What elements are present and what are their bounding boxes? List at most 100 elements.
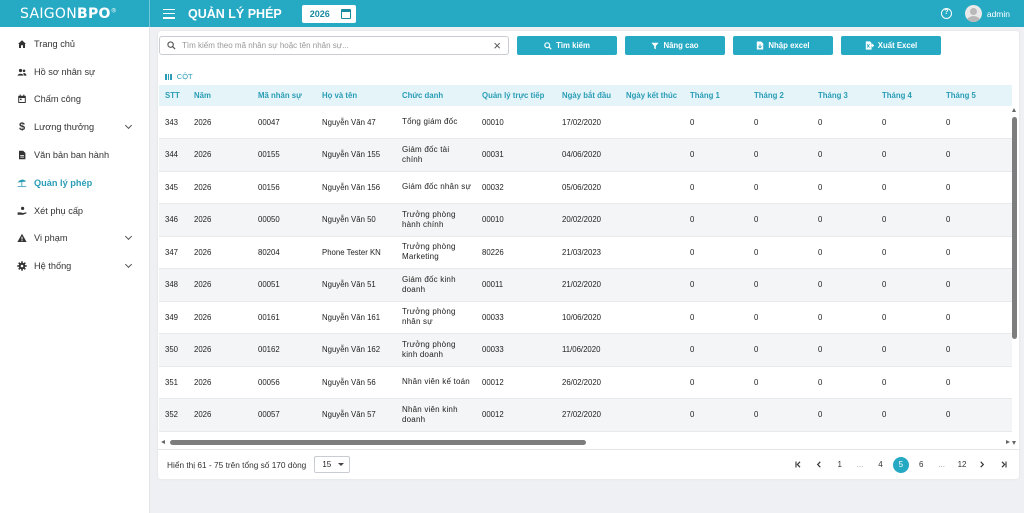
table-row[interactable]: 343 2026 00047 Nguyễn Văn 47 Tổng giám đốc 00… [159,106,1012,139]
page-button[interactable]: 1 [829,456,849,473]
prev-page-icon[interactable] [809,456,829,473]
sidebar-item-ho-so-nhan-su[interactable]: Hồ sơ nhân sự [0,58,149,86]
table-cell: 11/06/2020 [556,333,620,367]
column-header[interactable]: Tháng 1 [684,85,748,106]
table-cell: 0 [812,236,876,269]
table-cell: Nguyễn Văn 56 [316,366,396,399]
username[interactable]: admin [987,9,1010,19]
table-cell: 0 [876,366,940,399]
column-header[interactable]: Ngày bắt đầu [556,85,620,106]
page-button[interactable]: 4 [870,456,890,473]
table-cell: 2026 [188,366,252,399]
sidebar-item-vi-pham[interactable]: Vi phạm [0,225,149,253]
scroll-down-arrow-icon[interactable] [1012,441,1016,445]
table-row[interactable]: 345 2026 00156 Nguyễn Văn 156 Giám đốc nhân … [159,171,1012,204]
table-row[interactable]: 351 2026 00056 Nguyễn Văn 56 Nhân viên kế to… [159,366,1012,399]
column-header[interactable]: Tháng 2 [748,85,812,106]
column-header[interactable]: Chức danh [396,85,476,106]
vertical-scroll-thumb[interactable] [1012,117,1017,339]
table-row[interactable]: Nhân Viên Quản Lý [159,431,1012,437]
table-cell: 80204 [252,236,316,269]
sidebar-item-trang-chu[interactable]: Trang chủ [0,30,149,58]
hamburger-menu-icon[interactable] [163,8,175,19]
page-button[interactable]: 12 [952,456,972,473]
table-cell: 27/02/2020 [556,398,620,432]
column-visibility-toggle[interactable]: CỘT [165,72,193,81]
export-excel-button-label: Xuất Excel [877,41,918,50]
sidebar-item-he-thong[interactable]: Hệ thống [0,252,149,280]
page-button-current[interactable]: 5 [891,456,911,473]
table-row[interactable]: 348 2026 00051 Nguyễn Văn 51 Giám đốc kinh d… [159,268,1012,302]
table-cell: 17/02/2020 [556,106,620,139]
column-header[interactable]: Tháng 5 [940,85,1012,106]
sidebar-item-van-ban-ban-hanh[interactable]: Văn bản ban hành [0,141,149,169]
table-row[interactable]: 349 2026 00161 Nguyễn Văn 161 Trưởng phòng n… [159,301,1012,334]
sidebar-item-xet-phu-cap[interactable]: Xét phụ cấp [0,197,149,225]
table-cell: 0 [940,106,1012,139]
sidebar-item-quan-ly-phep[interactable]: Quản lý phép [0,169,149,197]
table-cell: Nguyễn Văn 161 [316,301,396,334]
scroll-right-arrow-icon[interactable] [1006,439,1010,444]
table-cell: 0 [876,398,940,432]
page-number: 6 [919,460,924,469]
column-header[interactable]: Ngày kết thúc [620,85,684,106]
column-header[interactable]: Mã nhân sự [252,85,316,106]
leave-table-container[interactable]: STT Năm Mã nhân sự Họ và tên Chức danh Quản l… [159,85,1012,437]
table-row[interactable]: 344 2026 00155 Nguyễn Văn 155 Giám đốc tài c… [159,138,1012,172]
app-logo[interactable]: SAIGONBPO® [20,6,117,22]
help-icon[interactable]: ? [940,8,952,19]
table-cell: 0 [684,333,748,367]
scroll-left-arrow-icon[interactable] [161,439,165,444]
table-row[interactable]: 347 2026 80204 Phone Tester KN Trưởng phòng … [159,236,1012,269]
table-cell: Tổng giám đốc [396,106,476,139]
horizontal-scrollbar[interactable] [159,439,1012,445]
page-size-select[interactable]: 15 [314,456,351,473]
column-header[interactable]: Tháng 3 [812,85,876,106]
table-row[interactable]: 350 2026 00162 Nguyễn Văn 162 Trưởng phòng k… [159,333,1012,367]
clear-search-icon[interactable]: × [493,39,501,52]
horizontal-scroll-thumb[interactable] [170,439,586,445]
search-box[interactable]: × [159,36,509,55]
first-page-icon[interactable] [789,456,809,473]
column-header[interactable]: Họ và tên [316,85,396,106]
sidebar-item-cham-cong[interactable]: Chấm công [0,86,149,114]
chevron-down-icon[interactable] [124,122,133,130]
table-cell: 0 [748,268,812,302]
chevron-down-icon[interactable] [124,233,133,241]
table-cell: 0 [748,203,812,237]
last-page-icon[interactable] [993,456,1013,473]
table-cell: 00010 [476,203,556,237]
table-row[interactable]: 352 2026 00057 Nguyễn Văn 57 Nhân viên kinh … [159,398,1012,432]
table-cell: 0 [684,301,748,334]
search-button[interactable]: Tìm kiếm [517,36,617,55]
table-cell: 0 [940,398,1012,432]
table-cell: 0 [876,203,940,237]
avatar[interactable] [964,5,982,22]
sidebar-item-luong-thuong[interactable]: $ Lương thưởng [0,113,149,141]
advanced-filter-button[interactable]: Nâng cao [625,36,725,55]
table-cell [620,268,684,302]
export-excel-button[interactable]: Xuất Excel [841,36,941,55]
next-page-icon[interactable] [972,456,992,473]
scroll-up-arrow-icon[interactable] [1012,108,1016,112]
import-excel-button[interactable]: Nhập excel [733,36,833,55]
column-header[interactable]: Quản lý trực tiếp [476,85,556,106]
table-cell: 00051 [252,268,316,302]
table-cell: 0 [684,138,748,172]
table-cell: Nguyễn Văn 155 [316,138,396,172]
search-input[interactable] [182,41,494,50]
dollar-icon: $ [18,121,26,134]
top-header: SAIGONBPO® QUẢN LÝ PHÉP 2026 ? admin [0,0,1024,27]
table-cell: 00047 [252,106,316,139]
column-header[interactable]: STT [159,85,188,106]
table-cell: 345 [159,171,188,204]
vertical-scrollbar[interactable] [1012,108,1017,445]
leave-table: STT Năm Mã nhân sự Họ và tên Chức danh Quản l… [159,85,1012,437]
column-header[interactable]: Tháng 4 [876,85,940,106]
page-button[interactable]: 6 [911,456,931,473]
column-header[interactable]: Năm [188,85,252,106]
table-row[interactable]: 346 2026 00050 Nguyễn Văn 50 Trưởng phòng hà… [159,203,1012,237]
year-picker[interactable]: 2026 [301,4,356,23]
page-title: QUẢN LÝ PHÉP [188,6,282,21]
chevron-down-icon[interactable] [124,261,133,269]
